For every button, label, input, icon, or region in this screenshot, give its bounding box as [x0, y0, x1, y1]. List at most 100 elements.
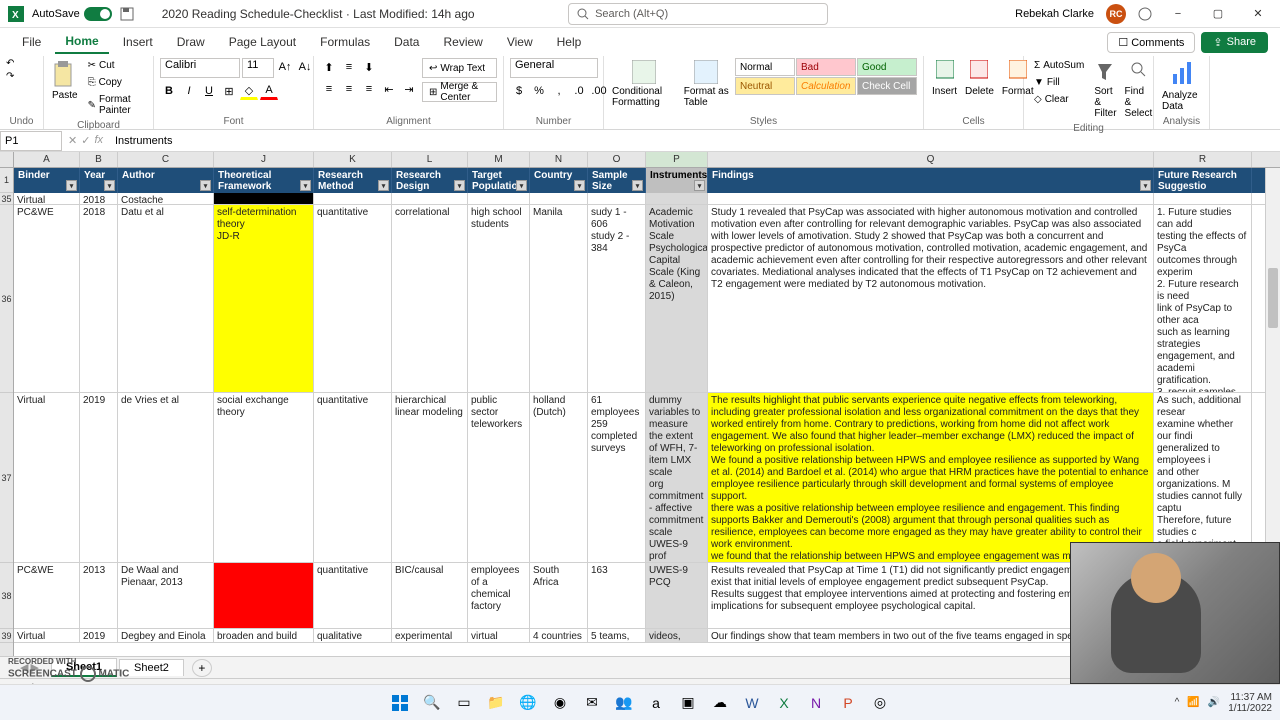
col-header-L[interactable]: L	[392, 152, 468, 167]
col-header-C[interactable]: C	[118, 152, 214, 167]
row-header-39[interactable]: 39	[0, 629, 13, 643]
maximize-button[interactable]: ▢	[1204, 4, 1232, 24]
onedrive-icon[interactable]: ☁	[707, 690, 733, 716]
format-painter-button[interactable]: ✎ Format Painter	[84, 92, 147, 118]
app2-icon[interactable]: ◎	[867, 690, 893, 716]
filter-header-country[interactable]: Country▾	[530, 168, 588, 193]
name-box[interactable]: P1	[0, 131, 62, 151]
align-bottom-button[interactable]: ⬇	[360, 58, 378, 76]
add-sheet-button[interactable]: +	[192, 659, 212, 677]
filter-header-sample[interactable]: Sample Size▾	[588, 168, 646, 193]
wrap-text-button[interactable]: ↩ Wrap Text	[422, 58, 497, 78]
user-avatar[interactable]: RC	[1106, 4, 1126, 24]
align-center-button[interactable]: ≡	[340, 80, 358, 98]
cancel-formula-icon[interactable]: ✕	[68, 134, 77, 147]
underline-button[interactable]: U	[200, 82, 218, 100]
format-as-table-button[interactable]: Format as Table	[682, 58, 731, 110]
close-button[interactable]: ✕	[1244, 4, 1272, 24]
italic-button[interactable]: I	[180, 82, 198, 100]
globe-icon[interactable]	[1138, 7, 1152, 21]
onenote-icon[interactable]: N	[803, 690, 829, 716]
filter-header-population[interactable]: Target Population▾	[468, 168, 530, 193]
analyze-data-button[interactable]: Analyze Data	[1160, 58, 1203, 114]
currency-button[interactable]: $	[510, 82, 528, 100]
volume-icon[interactable]: 🔊	[1208, 697, 1220, 708]
percent-button[interactable]: %	[530, 82, 548, 100]
tab-draw[interactable]: Draw	[167, 31, 215, 53]
filter-header-findings[interactable]: Findings▾	[708, 168, 1154, 193]
amazon-icon[interactable]: a	[643, 690, 669, 716]
cut-button[interactable]: ✂ Cut	[84, 58, 147, 73]
edge-icon[interactable]: 🌐	[515, 690, 541, 716]
col-header-M[interactable]: M	[468, 152, 530, 167]
col-header-R[interactable]: R	[1154, 152, 1252, 167]
style-calculation[interactable]: Calculation	[796, 77, 856, 95]
conditional-formatting-button[interactable]: Conditional Formatting	[610, 58, 678, 110]
row-header-1[interactable]: 1	[0, 168, 13, 193]
tray-up-icon[interactable]: ^	[1175, 697, 1180, 708]
teams-icon[interactable]: 👥	[611, 690, 637, 716]
tab-help[interactable]: Help	[547, 31, 592, 53]
comments-button[interactable]: ☐ Comments	[1107, 32, 1195, 53]
delete-cells-button[interactable]: Delete	[963, 58, 996, 99]
mail-icon[interactable]: ✉	[579, 690, 605, 716]
inc-decimal-button[interactable]: .0	[570, 82, 588, 100]
filter-header-instruments[interactable]: Instruments▾	[646, 168, 708, 193]
style-neutral[interactable]: Neutral	[735, 77, 795, 95]
col-header-O[interactable]: O	[588, 152, 646, 167]
col-header-Q[interactable]: Q	[708, 152, 1154, 167]
copy-button[interactable]: ⎘ Copy	[84, 75, 147, 90]
find-select-button[interactable]: Find & Select	[1123, 58, 1155, 121]
indent-dec-button[interactable]: ⇤	[380, 80, 398, 98]
font-name-select[interactable]: Calibri	[160, 58, 240, 78]
insert-cells-button[interactable]: Insert	[930, 58, 959, 99]
autosum-button[interactable]: Σ AutoSum	[1030, 58, 1088, 73]
chrome-icon[interactable]: ◉	[547, 690, 573, 716]
align-left-button[interactable]: ≡	[320, 80, 338, 98]
font-color-button[interactable]: A	[260, 82, 278, 100]
tab-formulas[interactable]: Formulas	[310, 31, 380, 53]
excel-taskbar-icon[interactable]: X	[771, 690, 797, 716]
row-header-36[interactable]: 36	[0, 205, 13, 393]
select-all-corner[interactable]	[0, 152, 14, 167]
formula-bar[interactable]: Instruments	[109, 135, 1280, 147]
search-input[interactable]: Search (Alt+Q)	[568, 3, 828, 25]
row-header-37[interactable]: 37	[0, 393, 13, 563]
redo-button[interactable]: ↷	[6, 71, 14, 82]
col-header-A[interactable]: A	[14, 152, 80, 167]
task-view-icon[interactable]: ▭	[451, 690, 477, 716]
indent-inc-button[interactable]: ⇥	[400, 80, 418, 98]
fill-color-button[interactable]: ◇	[240, 82, 258, 100]
minimize-button[interactable]: −	[1164, 4, 1192, 24]
style-good[interactable]: Good	[857, 58, 917, 76]
style-check-cell[interactable]: Check Cell	[857, 77, 917, 95]
increase-font-button[interactable]: A↑	[276, 58, 294, 76]
number-format-select[interactable]: General	[510, 58, 598, 78]
powerpoint-icon[interactable]: P	[835, 690, 861, 716]
merge-center-button[interactable]: ⊞ Merge & Center	[422, 82, 497, 102]
explorer-icon[interactable]: 📁	[483, 690, 509, 716]
paste-button[interactable]: Paste	[50, 58, 80, 103]
enter-formula-icon[interactable]: ✓	[81, 134, 90, 147]
wifi-icon[interactable]: 📶	[1187, 697, 1199, 708]
undo-button[interactable]: ↶	[6, 58, 14, 69]
start-button[interactable]	[387, 690, 413, 716]
tab-insert[interactable]: Insert	[113, 31, 163, 53]
style-bad[interactable]: Bad	[796, 58, 856, 76]
sort-filter-button[interactable]: Sort & Filter	[1092, 58, 1118, 121]
tab-page-layout[interactable]: Page Layout	[219, 31, 306, 53]
align-middle-button[interactable]: ≡	[340, 58, 358, 76]
col-header-N[interactable]: N	[530, 152, 588, 167]
row-header-38[interactable]: 38	[0, 563, 13, 629]
filter-header-future[interactable]: Future Research Suggestio	[1154, 168, 1252, 193]
bold-button[interactable]: B	[160, 82, 178, 100]
fx-icon[interactable]: fx	[94, 134, 103, 147]
save-icon[interactable]	[120, 7, 134, 21]
font-size-select[interactable]: 11	[242, 58, 274, 78]
decrease-font-button[interactable]: A↓	[296, 58, 314, 76]
tab-review[interactable]: Review	[433, 31, 492, 53]
fill-button[interactable]: ▼ Fill	[1030, 75, 1088, 90]
col-header-P[interactable]: P	[646, 152, 708, 167]
row-header-35[interactable]: 35	[0, 193, 13, 205]
style-normal[interactable]: Normal	[735, 58, 795, 76]
